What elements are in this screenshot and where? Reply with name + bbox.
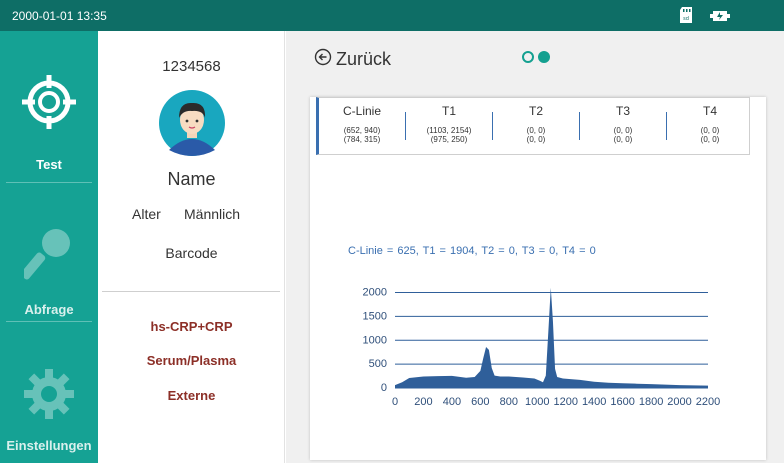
panel-divider xyxy=(102,291,280,292)
status-bar: 2000-01-01 13:35 sd xyxy=(0,0,784,31)
patient-barcode-label: Barcode xyxy=(165,245,218,261)
patient-name: Name xyxy=(167,169,216,189)
result-card: C-Linie (652, 940) (784, 315) T1 (1103, … xyxy=(310,97,766,460)
cell-value: (652, 940) xyxy=(343,126,381,135)
cell-value: (784, 315) xyxy=(343,135,381,144)
signal-chart: 0 500 1000 1500 2000 0 200 400 600 800 1000 1200 140… xyxy=(363,287,721,408)
x-tick-label: 800 xyxy=(500,396,518,408)
patient-gender: Männlich xyxy=(184,206,241,222)
back-button[interactable]: Zurück xyxy=(314,48,391,71)
cell-value: (0, 0) xyxy=(613,135,633,144)
result-area: Zurück C-Linie (652, 940) (784, 315) T1 … xyxy=(286,31,784,463)
signal-area xyxy=(395,287,708,388)
x-tick-label: 2000 xyxy=(667,396,691,408)
sample-type: Serum/Plasma xyxy=(146,353,237,368)
battery-icon xyxy=(708,9,732,27)
back-arrow-icon xyxy=(314,48,332,71)
column-header: T1 xyxy=(441,104,456,118)
y-tick-label: 2000 xyxy=(363,287,387,299)
patient-id: 1234568 xyxy=(162,58,221,75)
x-tick-label: 0 xyxy=(392,396,398,408)
x-tick-label: 1400 xyxy=(582,396,606,408)
y-tick-label: 1000 xyxy=(363,334,387,346)
cell-value: (0, 0) xyxy=(700,135,720,144)
cell-value: (1103, 2154) xyxy=(426,126,472,135)
nav-item-abfrage[interactable]: Abfrage xyxy=(0,183,98,323)
cell-value: (0, 0) xyxy=(700,126,720,135)
nav-item-test[interactable]: Test xyxy=(0,31,98,181)
crosshair-icon xyxy=(22,75,76,134)
line-table: C-Linie (652, 940) (784, 315) T1 (1103, … xyxy=(316,97,750,155)
table-column: T1 (1103, 2154) (975, 250) xyxy=(406,104,492,144)
y-tick-label: 0 xyxy=(381,382,387,394)
column-header: T3 xyxy=(615,104,630,118)
back-label: Zurück xyxy=(336,49,392,69)
nav-label-test: Test xyxy=(36,157,62,172)
datetime: 2000-01-01 13:35 xyxy=(12,9,107,23)
column-header: T4 xyxy=(702,104,717,118)
test-item: hs-CRP+CRP xyxy=(150,319,233,334)
table-column: T4 (0, 0) (0, 0) xyxy=(667,104,753,144)
x-tick-label: 2200 xyxy=(696,396,720,408)
x-tick-label: 400 xyxy=(443,396,461,408)
page-dot-1[interactable] xyxy=(522,51,534,63)
table-column: T3 (0, 0) (0, 0) xyxy=(580,104,666,144)
table-column: C-Linie (652, 940) (784, 315) xyxy=(319,104,405,144)
sd-card-icon: sd xyxy=(679,7,693,28)
result-summary: C-Linie = 625, T1 = 1904, T2 = 0, T3 = 0… xyxy=(348,245,596,257)
x-tick-label: 1000 xyxy=(525,396,549,408)
nav-label-einstellungen: Einstellungen xyxy=(6,438,92,453)
cell-value: (975, 250) xyxy=(430,135,468,144)
side-nav: Test Abfrage Einstellungen xyxy=(0,31,98,463)
nav-divider xyxy=(6,321,92,322)
x-tick-label: 1200 xyxy=(553,396,577,408)
y-tick-label: 500 xyxy=(369,358,387,370)
test-mode: Externe xyxy=(167,388,216,403)
search-icon xyxy=(20,225,76,286)
cell-value: (0, 0) xyxy=(526,126,546,135)
column-header: T2 xyxy=(528,104,543,118)
svg-text:sd: sd xyxy=(683,16,689,22)
x-tick-label: 600 xyxy=(471,396,489,408)
x-tick-label: 1600 xyxy=(610,396,634,408)
nav-label-abfrage: Abfrage xyxy=(24,302,74,317)
y-tick-label: 1500 xyxy=(363,310,387,322)
page-indicator[interactable] xyxy=(522,51,550,63)
cell-value: (0, 0) xyxy=(526,135,546,144)
page-dot-2[interactable] xyxy=(538,51,550,63)
patient-age-label: Alter xyxy=(132,206,161,222)
avatar xyxy=(159,90,225,161)
cell-value: (0, 0) xyxy=(613,126,633,135)
column-header: C-Linie xyxy=(342,104,381,118)
table-column: T2 (0, 0) (0, 0) xyxy=(493,104,579,144)
x-tick-label: 1800 xyxy=(639,396,663,408)
patient-panel: 1234568 Name Alter Männlich Barcode hs-C… xyxy=(98,31,285,463)
nav-item-einstellungen[interactable]: Einstellungen xyxy=(0,323,98,463)
x-tick-label: 200 xyxy=(414,396,432,408)
gear-icon xyxy=(22,367,76,426)
